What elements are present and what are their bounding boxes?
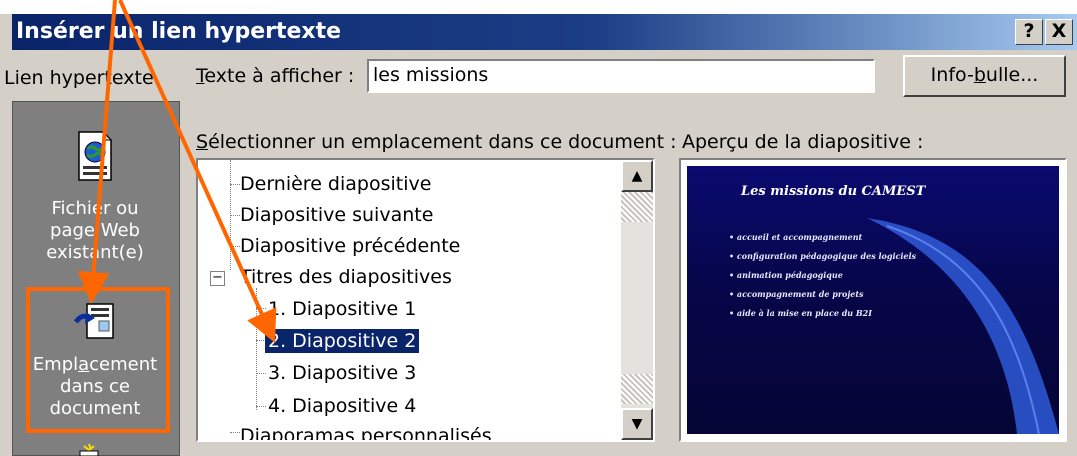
place-in-document-highlight (26, 287, 170, 433)
tree-item-previous-slide[interactable]: Diapositive précédente (240, 234, 460, 258)
link-to-label: Lien hypertexte (4, 67, 154, 89)
tree-guide-line (230, 246, 240, 247)
slide-bullet: • configuration pédagogique des logiciel… (729, 251, 917, 261)
tree-item-slide-titles[interactable]: Titres des diapositives (240, 265, 452, 289)
scroll-track (621, 374, 653, 404)
tree-item-slide-2[interactable]: 2. Diapositive 2 (263, 328, 421, 354)
scroll-down-button[interactable]: ▼ (621, 408, 653, 440)
tree-guide-line (256, 373, 266, 374)
document-location-tree[interactable]: Dernière diapositive Diapositive suivant… (196, 158, 655, 442)
title-bar[interactable]: Insérer un lien hypertexte ? X (12, 14, 1077, 50)
tree-item-next-slide[interactable]: Diapositive suivante (240, 203, 433, 227)
sidebar-item-label: existant(e) (46, 242, 144, 263)
location-label: Sélectionner un emplacement dans ce docu… (196, 131, 677, 153)
tree-guide-line (256, 308, 266, 309)
slide-bullet: • animation pédagogique (729, 270, 843, 280)
web-page-icon (78, 130, 113, 181)
help-button[interactable]: ? (1015, 19, 1043, 45)
close-button[interactable]: X (1045, 19, 1073, 45)
sidebar-item-label: Fichier ou (51, 198, 139, 219)
slide-preview-frame: Les missions du CAMEST • accueil et acco… (679, 158, 1067, 442)
slide-preview-label: Aperçu de la diapositive : (682, 131, 924, 153)
tree-item-custom-shows[interactable]: Diaporamas personnalisés (240, 424, 492, 440)
slide-bullet: • accueil et accompagnement (729, 232, 863, 242)
scroll-thumb[interactable] (621, 192, 653, 222)
tree-guide-line (256, 406, 266, 407)
tooltip-button[interactable]: Info-bulle... (903, 55, 1066, 97)
tree-item-last-slide[interactable]: Dernière diapositive (240, 172, 431, 196)
text-to-display-input[interactable]: les missions (367, 59, 875, 93)
tree-guide-line (230, 184, 240, 185)
text-to-display-label: Texte à afficher : (196, 65, 355, 87)
tree-guide-line (256, 288, 257, 410)
tree-scrollbar[interactable]: ▲ ▼ (621, 160, 653, 440)
email-address-icon (79, 443, 99, 456)
tree-item-slide-1[interactable]: 1. Diapositive 1 (268, 297, 416, 321)
tree-guide-line (230, 432, 240, 433)
slide-title: Les missions du CAMEST (741, 184, 926, 199)
tree-item-slide-3[interactable]: 3. Diapositive 3 (268, 361, 416, 385)
tree-item-slide-4[interactable]: 4. Diapositive 4 (268, 394, 416, 418)
collapse-toggle-icon[interactable]: − (210, 271, 225, 286)
tree-guide-line (230, 215, 240, 216)
dialog-title: Insérer un lien hypertexte (16, 19, 342, 44)
sidebar-item-label: page Web (50, 220, 140, 241)
slide-preview: Les missions du CAMEST • accueil et acco… (687, 166, 1059, 434)
slide-bullet: • accompagnement de projets (729, 289, 864, 299)
slide-bullet: • aide à la mise en place du B2I (729, 308, 872, 318)
sidebar-item-web-page[interactable]: Fichier ou page Web existant(e) (12, 110, 178, 280)
slide-bullet-list: • accueil et accompagnement • configurat… (729, 228, 916, 323)
scroll-up-button[interactable]: ▲ (621, 160, 653, 192)
